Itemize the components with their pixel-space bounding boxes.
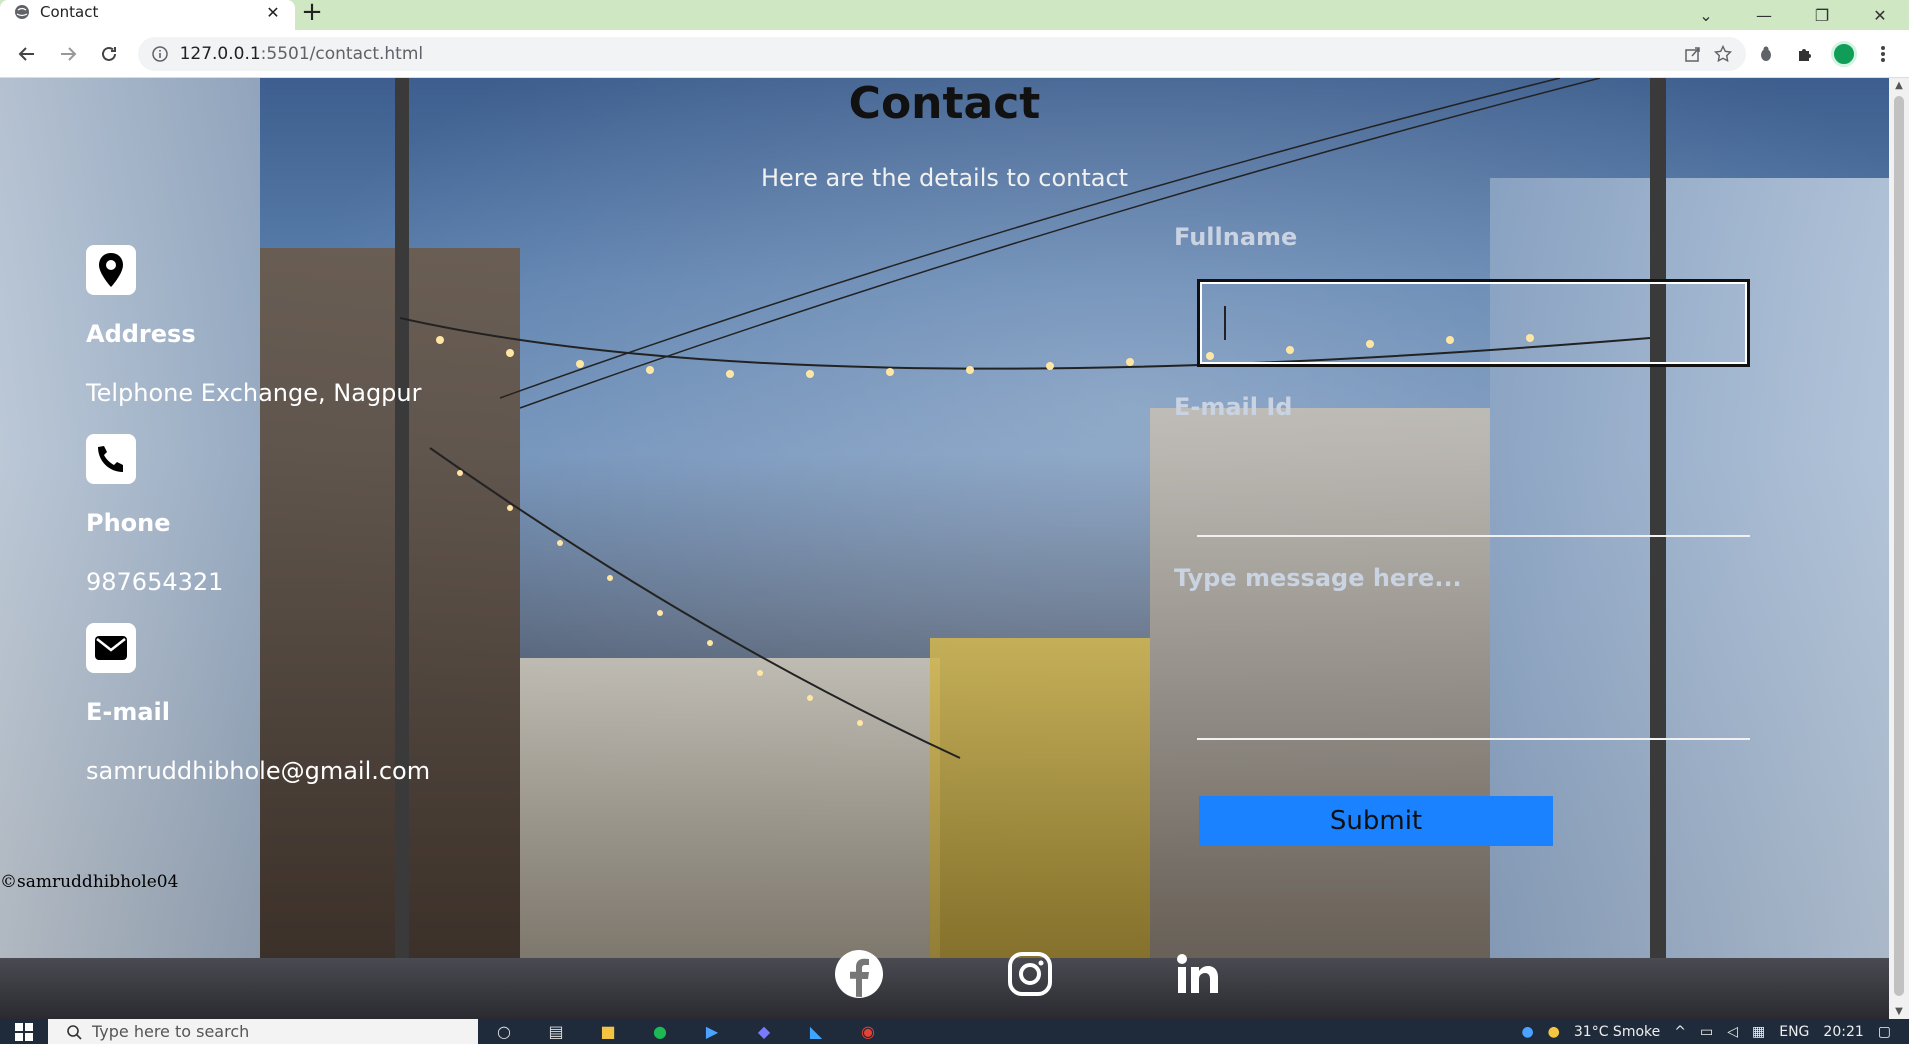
url-host: 127.0.0.1 xyxy=(179,43,261,64)
address-value: Telphone Exchange, Nagpur xyxy=(86,379,422,407)
bookmark-star-icon[interactable] xyxy=(1714,44,1733,63)
clock[interactable]: 20:21 xyxy=(1823,1024,1863,1040)
help-icon[interactable]: ● xyxy=(1521,1024,1533,1040)
email-value: samruddhibhole@gmail.com xyxy=(86,757,431,785)
message-textarea[interactable] xyxy=(1197,738,1750,740)
tab-title: Contact xyxy=(40,3,99,21)
email-id-label: E-mail Id xyxy=(1174,393,1293,421)
text-caret xyxy=(1224,306,1226,340)
arrow-left-icon xyxy=(18,46,34,61)
notification-icon[interactable]: ▢ xyxy=(1878,1024,1891,1040)
volume-icon[interactable]: ◁ xyxy=(1727,1024,1738,1040)
page-title: Contact xyxy=(848,78,1041,129)
street xyxy=(0,958,1889,1019)
weather-icon: ● xyxy=(1547,1023,1560,1040)
scroll-up-arrow-icon[interactable]: ▲ xyxy=(1889,80,1909,91)
kebab-menu-icon xyxy=(1881,45,1886,62)
bug-icon xyxy=(1760,46,1771,61)
tab-list-button[interactable]: ⌄ xyxy=(1677,0,1735,30)
address-bar[interactable]: 127.0.0.1:5501/contact.html xyxy=(137,36,1747,71)
chrome-icon[interactable]: ◉ xyxy=(842,1019,894,1044)
tab-close-button[interactable]: ✕ xyxy=(263,3,283,22)
facebook-icon[interactable] xyxy=(833,948,885,1000)
background-building xyxy=(260,248,520,1019)
globe-icon xyxy=(15,5,29,19)
taskbar-search-placeholder: Type here to search xyxy=(92,1022,250,1041)
tab-contact[interactable]: Contact ✕ xyxy=(0,0,295,30)
info-icon xyxy=(151,45,168,62)
system-tray: ● ● 31°C Smoke ^ ▭ ◁ ▦ ENG 20:21 ▢ xyxy=(1521,1024,1909,1040)
browser-toolbar: 127.0.0.1:5501/contact.html xyxy=(0,30,1909,78)
extension-bug-button[interactable] xyxy=(1746,36,1785,72)
spotify-icon[interactable]: ● xyxy=(634,1019,686,1044)
cortana-icon[interactable]: ○ xyxy=(478,1019,530,1044)
page-subtitle: Here are the details to contact xyxy=(760,164,1129,192)
new-tab-button[interactable]: + xyxy=(295,0,329,30)
search-icon xyxy=(67,1024,82,1040)
page-scrollbar[interactable]: ▲ ▼ xyxy=(1889,78,1909,1019)
chevron-up-icon[interactable]: ^ xyxy=(1674,1024,1686,1040)
vscode-icon[interactable]: ◣ xyxy=(790,1019,842,1044)
puzzle-icon xyxy=(1798,48,1811,61)
profile-button[interactable] xyxy=(1825,36,1864,72)
utility-pole xyxy=(395,78,409,1019)
browser-tabbar: Contact ✕ + ⌄ — ❐ ✕ xyxy=(0,0,1909,30)
menu-button[interactable] xyxy=(1864,36,1903,72)
media-player-icon[interactable]: ▶ xyxy=(686,1019,738,1044)
fullname-input[interactable] xyxy=(1197,279,1750,367)
submit-button[interactable]: Submit xyxy=(1199,796,1553,846)
email-label: E-mail xyxy=(86,698,171,726)
file-explorer-icon[interactable]: ■ xyxy=(582,1019,634,1044)
extensions-button[interactable] xyxy=(1785,36,1824,72)
phone-icon xyxy=(86,434,136,484)
location-pin-icon xyxy=(86,245,136,295)
reload-icon xyxy=(101,46,116,61)
language-indicator[interactable]: ENG xyxy=(1779,1024,1809,1040)
taskbar-search[interactable]: Type here to search xyxy=(48,1019,478,1044)
windows-logo-icon xyxy=(15,1022,33,1041)
page-viewport: Contact Here are the details to contact … xyxy=(0,78,1889,1019)
weather-text[interactable]: 31°C Smoke xyxy=(1574,1024,1660,1040)
phone-value: 987654321 xyxy=(86,568,224,596)
copyright-text: ©samruddhibhole04 xyxy=(0,872,179,892)
back-button[interactable] xyxy=(6,36,47,72)
minimize-button[interactable]: — xyxy=(1735,0,1793,30)
url-text: 127.0.0.1:5501/contact.html xyxy=(180,44,1673,64)
app-icon[interactable]: ◆ xyxy=(738,1019,790,1044)
window-close-button[interactable]: ✕ xyxy=(1851,0,1909,30)
reload-button[interactable] xyxy=(88,36,129,72)
windows-taskbar: Type here to search ○ ▤ ■ ● ▶ ◆ ◣ ◉ ● ● … xyxy=(0,1019,1909,1044)
window-controls: ⌄ — ❐ ✕ xyxy=(1677,0,1909,30)
avatar xyxy=(1831,40,1858,67)
utility-pole xyxy=(1650,78,1666,1019)
scroll-down-arrow-icon[interactable]: ▼ xyxy=(1889,1006,1909,1017)
arrow-right-icon xyxy=(60,46,77,61)
email-id-input[interactable] xyxy=(1197,535,1750,537)
background-building xyxy=(1150,408,1490,1019)
linkedin-icon[interactable] xyxy=(1172,948,1224,1000)
network-icon[interactable]: ▭ xyxy=(1700,1024,1713,1040)
message-placeholder: Type message here... xyxy=(1174,564,1462,592)
fullname-label: Fullname xyxy=(1174,223,1298,251)
start-button[interactable] xyxy=(0,1019,48,1044)
instagram-icon[interactable] xyxy=(1004,948,1056,1000)
phone-label: Phone xyxy=(86,509,171,537)
url-path: :5501/contact.html xyxy=(260,43,424,64)
task-view-icon[interactable]: ▤ xyxy=(530,1019,582,1044)
restore-button[interactable]: ❐ xyxy=(1793,0,1851,30)
address-label: Address xyxy=(86,320,196,348)
scrollbar-thumb[interactable] xyxy=(1894,96,1904,996)
keyboard-icon[interactable]: ▦ xyxy=(1752,1024,1765,1040)
envelope-icon xyxy=(86,623,136,673)
forward-button[interactable] xyxy=(47,36,88,72)
share-icon[interactable] xyxy=(1684,45,1702,63)
